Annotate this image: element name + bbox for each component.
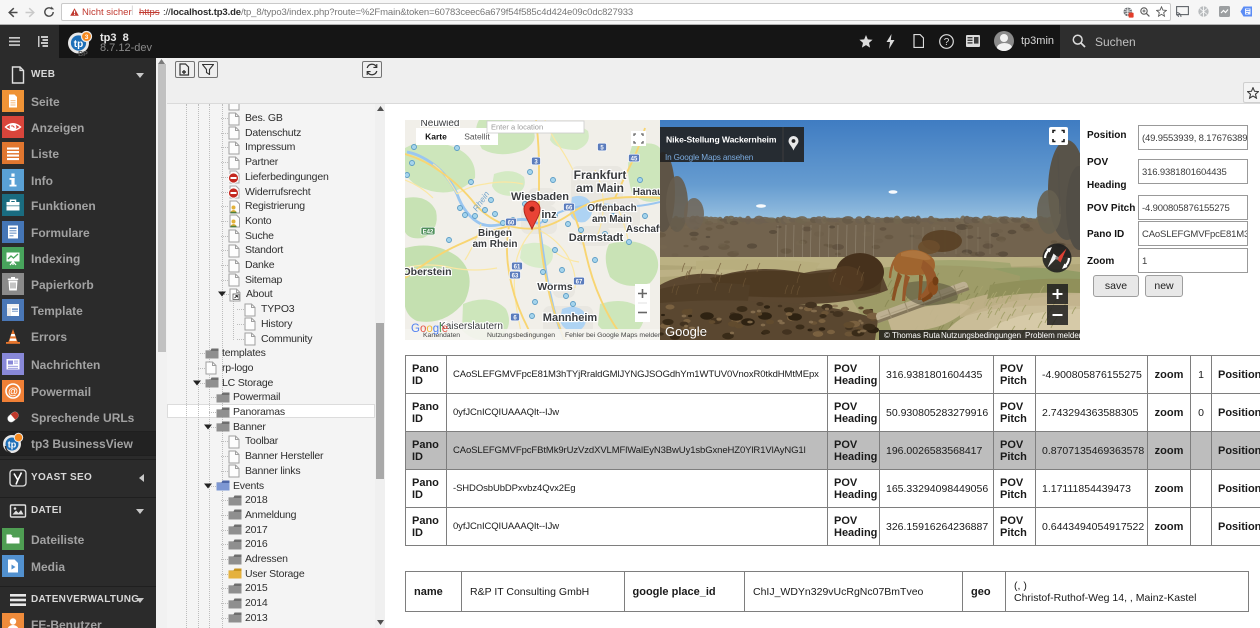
svg-text:Bingen: Bingen xyxy=(478,228,512,239)
svg-text:45: 45 xyxy=(631,156,638,162)
svg-text:60: 60 xyxy=(508,220,515,226)
svg-text:Nike-Stellung Wackernheim: Nike-Stellung Wackernheim xyxy=(666,135,777,145)
svg-text:am Main: am Main xyxy=(576,181,624,195)
svg-text:67: 67 xyxy=(576,279,583,285)
svg-text:Mannheim: Mannheim xyxy=(543,312,598,324)
svg-text:BP: BP xyxy=(78,51,88,57)
svg-text:© Thomas Ruta: © Thomas Ruta xyxy=(884,331,941,340)
svg-text:Darmstadt: Darmstadt xyxy=(569,232,624,244)
svg-text:63: 63 xyxy=(512,273,519,279)
svg-text:Karte: Karte xyxy=(425,132,447,142)
svg-text:Satellit: Satellit xyxy=(464,132,490,142)
svg-text:Frankfurt: Frankfurt xyxy=(574,168,627,182)
svg-text:Nutzungsbedingungen: Nutzungsbedingungen xyxy=(487,332,555,339)
svg-text:@: @ xyxy=(8,386,18,397)
svg-text:E42: E42 xyxy=(423,229,434,235)
svg-text:Aschaffe: Aschaffe xyxy=(626,224,660,235)
svg-text:tp: tp xyxy=(74,39,83,50)
svg-text:Google: Google xyxy=(665,324,707,339)
svg-text:61: 61 xyxy=(514,264,521,270)
svg-text:In Google Maps ansehen: In Google Maps ansehen xyxy=(665,153,754,162)
svg-text:Google: Google xyxy=(411,323,448,335)
svg-text:Oberstein: Oberstein xyxy=(405,266,452,278)
svg-text:3: 3 xyxy=(85,34,89,41)
svg-text:Offenbach: Offenbach xyxy=(587,203,636,214)
svg-text:Neuwied: Neuwied xyxy=(421,120,460,129)
svg-text:Enter a location: Enter a location xyxy=(491,123,543,132)
svg-text:Wiesbaden: Wiesbaden xyxy=(511,191,569,203)
svg-text:Worms: Worms xyxy=(537,281,573,293)
svg-text:inz: inz xyxy=(541,209,557,221)
svg-text:66: 66 xyxy=(566,205,573,211)
svg-text:am Rhein: am Rhein xyxy=(472,239,517,250)
svg-text:Fehler bei Google Maps melden: Fehler bei Google Maps melden xyxy=(565,332,660,339)
svg-text:?: ? xyxy=(944,37,950,48)
svg-text:Nutzungsbedingungen: Nutzungsbedingungen xyxy=(941,331,1021,340)
svg-text:Problem melden: Problem melden xyxy=(1025,331,1080,340)
svg-text:Hanau: Hanau xyxy=(633,187,660,198)
